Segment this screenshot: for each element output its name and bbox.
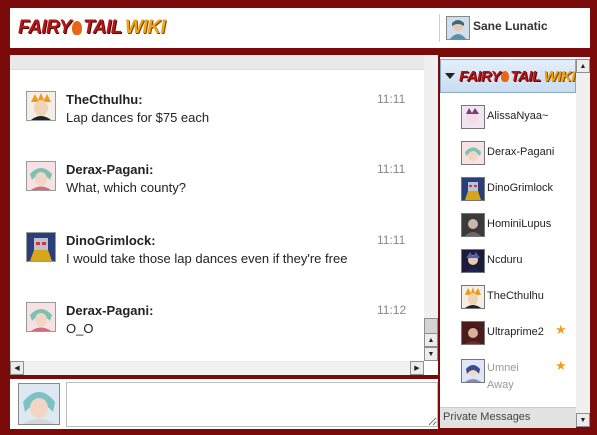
arrow-up-icon: ▲ bbox=[579, 62, 587, 70]
current-user-name[interactable]: Sane Lunatic bbox=[473, 19, 548, 33]
avatar[interactable] bbox=[461, 213, 485, 237]
avatar[interactable] bbox=[461, 177, 485, 201]
logo-text-fairy: FAIRY bbox=[18, 17, 72, 38]
user-list-scroll-down-button[interactable]: ▼ bbox=[576, 413, 590, 427]
avatar[interactable] bbox=[26, 91, 56, 121]
user-list-scrollbar[interactable] bbox=[576, 57, 590, 427]
avatar[interactable] bbox=[461, 359, 485, 383]
header-divider bbox=[439, 14, 440, 42]
user-list-panel: FAIRY TAIL WIKI AlissaNyaa~ Derax-Pagani… bbox=[440, 57, 590, 428]
chat-header: FAIRY TAIL WIKI Sane Lunatic bbox=[10, 8, 590, 48]
horizontal-scrollbar[interactable] bbox=[10, 361, 424, 375]
message-username[interactable]: DinoGrimlock: bbox=[66, 233, 156, 248]
avatar[interactable] bbox=[26, 161, 56, 191]
user-list-name[interactable]: Ncduru bbox=[487, 254, 522, 266]
current-user-avatar[interactable] bbox=[446, 16, 470, 40]
message-username[interactable]: TheCthulhu: bbox=[66, 92, 143, 107]
star-icon: ★ bbox=[555, 358, 567, 373]
user-list-name[interactable]: HominiLupus bbox=[487, 218, 551, 230]
user-list-name[interactable]: Ultraprime2 bbox=[487, 326, 544, 338]
room-header[interactable]: FAIRY TAIL WIKI bbox=[440, 59, 576, 93]
logo-text-fairy: FAIRY bbox=[459, 68, 501, 85]
scroll-up-button[interactable]: ▲ bbox=[424, 333, 438, 347]
message-timestamp: 11:11 bbox=[377, 162, 406, 176]
user-list-name[interactable]: Derax-Pagani bbox=[487, 146, 554, 158]
scroll-left-button[interactable]: ◀ bbox=[10, 361, 24, 375]
avatar[interactable] bbox=[26, 232, 56, 262]
avatar[interactable] bbox=[461, 141, 485, 165]
message-timestamp: 11:11 bbox=[377, 233, 406, 247]
user-list-name[interactable]: DinoGrimlock bbox=[487, 182, 553, 194]
avatar[interactable] bbox=[461, 249, 485, 273]
user-list-name[interactable]: AlissaNyaa~ bbox=[487, 110, 548, 122]
vertical-scrollbar[interactable] bbox=[424, 55, 438, 361]
arrow-right-icon: ▶ bbox=[414, 365, 420, 372]
self-avatar[interactable] bbox=[18, 383, 60, 425]
chat-toolbar bbox=[10, 55, 438, 70]
message-text: O_O bbox=[66, 321, 94, 336]
avatar[interactable] bbox=[461, 105, 485, 129]
star-icon: ★ bbox=[555, 322, 567, 337]
avatar[interactable] bbox=[461, 321, 485, 345]
arrow-down-icon: ▼ bbox=[579, 416, 587, 424]
room-logo: FAIRY TAIL WIKI bbox=[459, 68, 575, 85]
logo-text-wiki: WIKI bbox=[543, 68, 576, 85]
message-username[interactable]: Derax-Pagani: bbox=[66, 303, 153, 318]
user-list-name[interactable]: Umnei bbox=[487, 362, 519, 374]
message-input[interactable] bbox=[66, 382, 438, 427]
flame-icon bbox=[72, 21, 83, 35]
scroll-down-button[interactable]: ▼ bbox=[424, 347, 438, 361]
arrow-up-icon: ▲ bbox=[427, 336, 435, 344]
private-messages-label[interactable]: Private Messages bbox=[443, 411, 530, 423]
wiki-logo[interactable]: FAIRY TAIL WIKI bbox=[18, 17, 166, 39]
message-username[interactable]: Derax-Pagani: bbox=[66, 162, 153, 177]
user-list-scroll-up-button[interactable]: ▲ bbox=[576, 59, 590, 73]
message-text: What, which county? bbox=[66, 180, 186, 195]
flame-icon bbox=[501, 71, 510, 82]
chat-message-panel: TheCthulhu: 11:11 Lap dances for $75 eac… bbox=[10, 55, 438, 375]
logo-text-tail: TAIL bbox=[510, 68, 541, 85]
scroll-right-button[interactable]: ▶ bbox=[410, 361, 424, 375]
message-timestamp: 11:12 bbox=[377, 303, 407, 317]
avatar[interactable] bbox=[26, 302, 56, 332]
avatar[interactable] bbox=[461, 285, 485, 309]
message-text: Lap dances for $75 each bbox=[66, 110, 210, 125]
user-list-name[interactable]: TheCthulhu bbox=[487, 290, 544, 302]
arrow-down-icon: ▼ bbox=[427, 350, 435, 358]
message-text: I would take those lap dances even if th… bbox=[66, 251, 348, 266]
collapse-arrow-icon[interactable] bbox=[445, 73, 455, 79]
user-status-away: Away bbox=[487, 379, 514, 391]
message-timestamp: 11:11 bbox=[377, 92, 406, 106]
logo-text-tail: TAIL bbox=[83, 17, 122, 38]
arrow-left-icon: ◀ bbox=[14, 365, 20, 372]
message-input-area bbox=[10, 379, 438, 429]
logo-text-wiki: WIKI bbox=[124, 17, 166, 38]
